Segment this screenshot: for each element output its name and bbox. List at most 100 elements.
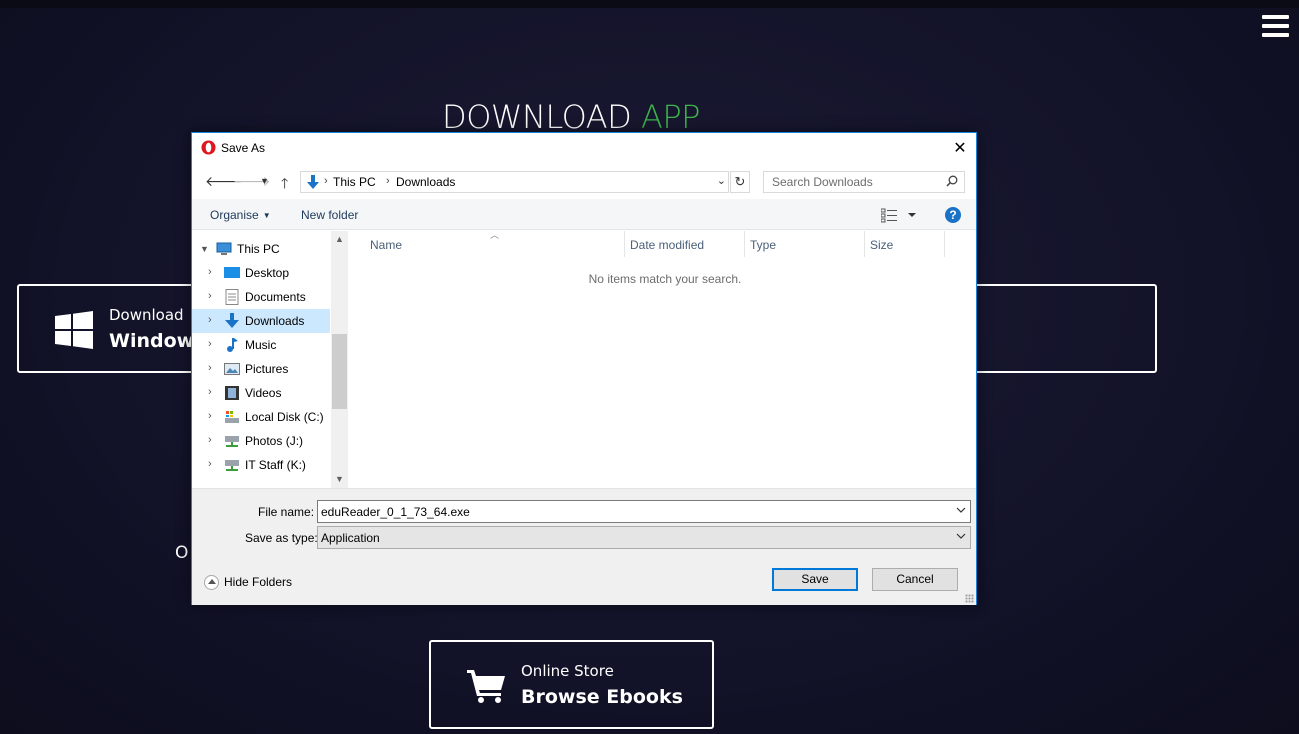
- chevron-right-icon: ›: [208, 386, 212, 398]
- scroll-up-icon[interactable]: ▲: [331, 231, 348, 248]
- chevron-right-icon: ›: [208, 266, 212, 278]
- chevron-right-icon: ›: [208, 434, 212, 446]
- scroll-down-icon[interactable]: ▼: [331, 471, 348, 488]
- download-label: Download: [109, 306, 184, 324]
- navigation-pane: ▼ This PC › Desktop › Documents › Downlo…: [192, 231, 348, 488]
- music-icon: [227, 338, 238, 352]
- tree-label: Videos: [245, 386, 282, 400]
- close-button[interactable]: ✕: [944, 133, 976, 162]
- organise-label: Organise: [210, 208, 259, 222]
- column-header-name[interactable]: Name: [349, 231, 624, 257]
- breadcrumb-separator: ›: [324, 175, 328, 187]
- desktop-icon: [224, 267, 240, 278]
- downloads-icon: [307, 175, 319, 189]
- search-input[interactable]: [772, 173, 942, 191]
- address-bar[interactable]: › This PC › Downloads ⌄: [300, 171, 729, 193]
- navigation-bar: 🡐 🡒 ▼ 🡑 › This PC › Downloads ⌄ ↻: [192, 163, 976, 199]
- computer-icon: [216, 242, 232, 255]
- shopping-cart-icon: [467, 670, 505, 703]
- tree-item-local-disk-c[interactable]: › Local Disk (C:): [192, 405, 330, 429]
- breadcrumb-downloads[interactable]: Downloads: [396, 175, 455, 189]
- online-store-button[interactable]: Online Store Browse Ebooks: [429, 640, 714, 729]
- cancel-button[interactable]: Cancel: [872, 568, 958, 591]
- chevron-down-icon: ▼: [262, 211, 271, 220]
- chevron-right-icon: ›: [208, 458, 212, 470]
- column-label: Type: [750, 238, 777, 252]
- up-button[interactable]: 🡑: [281, 173, 288, 197]
- column-label: Size: [870, 238, 894, 252]
- tree-item-it-staff-k[interactable]: › IT Staff (K:): [192, 453, 330, 477]
- tree-item-videos[interactable]: › Videos: [192, 381, 330, 405]
- search-box[interactable]: [763, 171, 965, 193]
- tree-item-downloads[interactable]: › Downloads: [192, 309, 330, 333]
- tree-item-this-pc[interactable]: ▼ This PC: [192, 237, 330, 261]
- file-name-field[interactable]: [317, 500, 971, 523]
- dialog-title: Save As: [221, 141, 266, 155]
- breadcrumb-separator: ›: [386, 175, 390, 187]
- tree-label: Photos (J:): [245, 434, 304, 448]
- tree-label: Local Disk (C:): [245, 410, 324, 424]
- breadcrumb-this-pc[interactable]: This PC: [333, 175, 376, 189]
- column-divider[interactable]: [944, 231, 945, 257]
- chevron-down-icon: ▼: [200, 244, 209, 254]
- chevron-down-icon[interactable]: [956, 505, 966, 515]
- store-label: Online Store: [521, 662, 614, 680]
- chevron-right-icon: ›: [208, 314, 212, 326]
- tree-label: IT Staff (K:): [245, 458, 306, 472]
- close-icon: ✕: [953, 139, 967, 157]
- documents-icon: [225, 289, 239, 305]
- page-title-accent: APP: [640, 98, 700, 136]
- column-header-size[interactable]: Size: [865, 231, 944, 257]
- scroll-thumb[interactable]: [332, 334, 347, 409]
- navigation-pane-scrollbar[interactable]: ▲ ▼: [331, 231, 348, 488]
- save-type-label: Save as type:: [245, 531, 318, 545]
- refresh-button[interactable]: ↻: [730, 171, 750, 193]
- tree-label: This PC: [237, 242, 280, 256]
- page-title-main: DOWNLOAD: [442, 98, 632, 136]
- pictures-icon: [224, 363, 240, 375]
- hide-folders-button[interactable]: Hide Folders: [204, 575, 292, 590]
- organise-button[interactable]: Organise ▼: [210, 208, 271, 222]
- tree-label: Pictures: [245, 362, 289, 376]
- dialog-titlebar[interactable]: Save As ✕: [192, 133, 976, 163]
- opera-icon: [201, 140, 216, 155]
- resize-grip[interactable]: [965, 594, 974, 603]
- view-options-icon[interactable]: [881, 207, 921, 223]
- save-type-select[interactable]: Application: [317, 526, 971, 549]
- address-dropdown-icon[interactable]: ⌄: [717, 174, 726, 187]
- videos-icon: [225, 386, 239, 400]
- tree-label: Music: [245, 338, 277, 352]
- column-label: Date modified: [630, 238, 705, 252]
- tree-label: Desktop: [245, 266, 290, 280]
- or-text: O: [175, 543, 189, 563]
- recent-locations-button[interactable]: ▼: [260, 176, 269, 186]
- chevron-right-icon: ›: [208, 362, 212, 374]
- chevron-right-icon: ›: [208, 410, 212, 422]
- column-header-date-modified[interactable]: Date modified: [625, 231, 744, 257]
- tree-item-documents[interactable]: › Documents: [192, 285, 330, 309]
- dialog-footer: File name: Save as type: Application Hid…: [192, 488, 976, 605]
- downloads-icon: [225, 313, 239, 328]
- hide-folders-label: Hide Folders: [224, 575, 293, 589]
- chevron-right-icon: ›: [208, 338, 212, 350]
- column-label: Name: [370, 238, 403, 252]
- hamburger-menu-icon[interactable]: [1262, 15, 1290, 39]
- page-title: DOWNLOAD APP: [0, 98, 1142, 136]
- help-button[interactable]: ?: [945, 207, 961, 223]
- tree-item-photos-j[interactable]: › Photos (J:): [192, 429, 330, 453]
- refresh-icon: ↻: [734, 174, 746, 189]
- tree-item-pictures[interactable]: › Pictures: [192, 357, 330, 381]
- tree-item-desktop[interactable]: › Desktop: [192, 261, 330, 285]
- tree-item-music[interactable]: › Music: [192, 333, 330, 357]
- windows-logo-icon: [55, 311, 93, 349]
- empty-message: No items match your search.: [588, 272, 742, 286]
- save-button[interactable]: Save: [772, 568, 858, 591]
- save-as-dialog: Save As ✕ 🡐 🡒 ▼ 🡑 › This PC › Downloads …: [191, 132, 977, 605]
- new-folder-button[interactable]: New folder: [301, 208, 358, 222]
- chevron-down-icon: [956, 533, 966, 539]
- tree-label: Downloads: [245, 314, 305, 328]
- column-header-type[interactable]: Type: [745, 231, 864, 257]
- chevron-right-icon: ›: [208, 290, 212, 302]
- file-name-input[interactable]: [321, 502, 941, 521]
- network-drive-icon: [225, 436, 239, 447]
